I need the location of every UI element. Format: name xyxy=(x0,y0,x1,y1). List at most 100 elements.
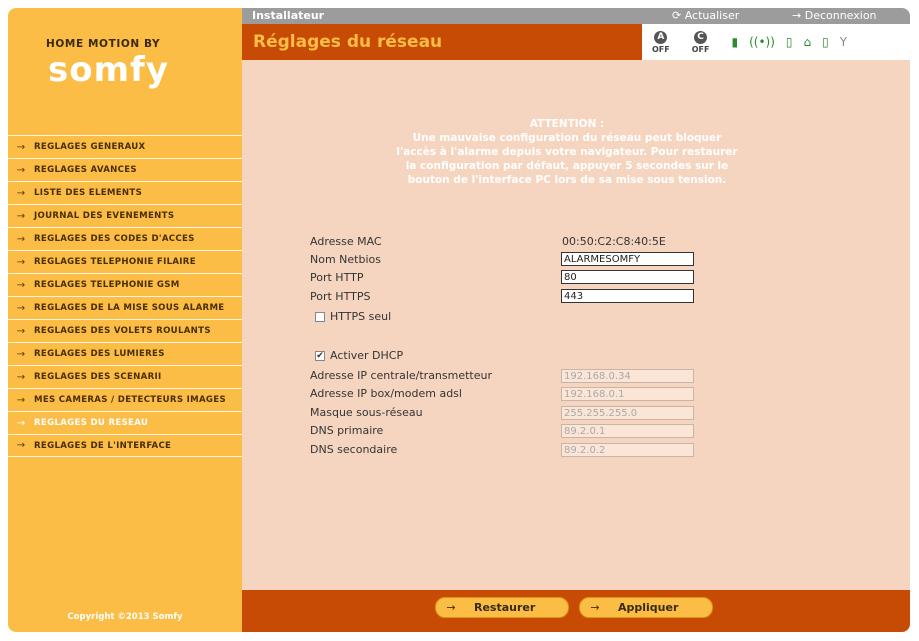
dhcp-checkbox[interactable]: ✔ xyxy=(315,350,325,361)
sidebar-item[interactable]: → REGLAGES DES LUMIERES xyxy=(8,342,242,365)
sidebar-item[interactable]: → REGLAGES DES CODES D'ACCES xyxy=(8,227,242,250)
ip-box-input xyxy=(561,387,694,401)
sidebar-item[interactable]: → REGLAGES GENERAUX xyxy=(8,135,242,158)
https-port-input[interactable] xyxy=(561,289,694,303)
status-icons: A OFF C OFF ▮ ((•)) ▯ ⌂ ▯ Y xyxy=(652,26,858,58)
https-only-row[interactable]: HTTPS seul xyxy=(315,310,391,323)
zone-c-letter: C xyxy=(694,30,708,44)
home-ok-icon: ⌂ xyxy=(803,35,812,49)
sidebar-item-label: REGLAGES GENERAUX xyxy=(34,142,146,152)
content-area: ATTENTION : Une mauvaise configuration d… xyxy=(242,60,910,590)
arrow-right-icon: → xyxy=(16,417,26,429)
https-only-checkbox[interactable] xyxy=(315,311,325,322)
sidebar-item[interactable]: → REGLAGES TELEPHONIE GSM xyxy=(8,273,242,296)
http-port-input[interactable] xyxy=(561,270,694,284)
logout-button[interactable]: → Deconnexion xyxy=(792,9,877,22)
sidebar-item[interactable]: → LISTE DES ELEMENTS xyxy=(8,181,242,204)
sidebar-item[interactable]: → JOURNAL DES EVENEMENTS xyxy=(8,204,242,227)
warning-heading: ATTENTION : xyxy=(529,118,605,130)
sidebar-item[interactable]: → REGLAGES AVANCES xyxy=(8,158,242,181)
https-only-label: HTTPS seul xyxy=(330,310,392,323)
logout-label: Deconnexion xyxy=(804,9,877,22)
door-sensor-icon: ▯ xyxy=(785,35,793,49)
arrow-right-icon: → xyxy=(446,601,456,614)
title-background: Réglages du réseau xyxy=(242,24,642,60)
sidebar-item[interactable]: → REGLAGES DE LA MISE SOUS ALARME xyxy=(8,296,242,319)
opening-icon: ▯ xyxy=(822,35,829,49)
network-warning: ATTENTION : Une mauvaise configuration d… xyxy=(392,117,742,187)
subnet-mask-input xyxy=(561,406,694,420)
sidebar-item-label: REGLAGES TELEPHONIE GSM xyxy=(34,280,180,290)
sidebar-item[interactable]: → MES CAMERAS / DETECTEURS IMAGES xyxy=(8,388,242,411)
ip-box-label: Adresse IP box/modem adsl xyxy=(310,387,462,400)
action-bar: → Restaurer → Appliquer xyxy=(242,590,910,632)
sidebar-item-label: REGLAGES DE LA MISE SOUS ALARME xyxy=(34,303,225,313)
refresh-label: Actualiser xyxy=(684,9,740,22)
arrow-right-icon: → xyxy=(16,440,26,451)
battery-icon: ▮ xyxy=(731,35,739,49)
netbios-label: Nom Netbios xyxy=(310,253,381,266)
arrow-right-icon: → xyxy=(16,141,26,153)
ip-central-input xyxy=(561,369,694,383)
zone-a-letter: A xyxy=(654,30,668,44)
arrow-right-icon: → xyxy=(16,348,26,360)
arrow-right-icon: → xyxy=(16,371,26,383)
restore-button[interactable]: → Restaurer xyxy=(435,597,569,618)
mac-value: 00:50:C2:C8:40:5E xyxy=(562,235,666,248)
sidebar-item-label: REGLAGES DES VOLETS ROULANTS xyxy=(34,326,211,336)
dhcp-row[interactable]: ✔ Activer DHCP xyxy=(315,349,403,362)
arrow-right-icon: → xyxy=(16,164,26,176)
arrow-right-icon: → xyxy=(16,279,26,291)
sidebar-item-label: MES CAMERAS / DETECTEURS IMAGES xyxy=(34,395,226,405)
top-bar: Installateur ⟳ Actualiser → Deconnexion xyxy=(242,8,910,24)
sidebar-item[interactable]: → REGLAGES DES VOLETS ROULANTS xyxy=(8,319,242,342)
sidebar-item-label: LISTE DES ELEMENTS xyxy=(34,188,143,198)
mac-label: Adresse MAC xyxy=(310,235,382,248)
sidebar-item-label: REGLAGES DES CODES D'ACCES xyxy=(34,234,195,244)
sidebar-item[interactable]: → REGLAGES DES SCENARII xyxy=(8,365,242,388)
copyright-text: Copyright ©2013 Somfy xyxy=(67,612,183,622)
sidebar-item-label: REGLAGES DES SCENARII xyxy=(34,372,162,382)
arrow-right-icon: → xyxy=(16,210,26,222)
radio-signal-icon: ((•)) xyxy=(749,35,775,49)
somfy-logo: somfy xyxy=(48,50,169,90)
arrow-right-icon: → xyxy=(792,9,802,22)
dhcp-label: Activer DHCP xyxy=(330,349,404,362)
apply-button[interactable]: → Appliquer xyxy=(579,597,713,618)
warning-text: Une mauvaise configuration du réseau peu… xyxy=(396,132,738,186)
page-title: Réglages du réseau xyxy=(253,32,443,52)
restore-label: Restaurer xyxy=(474,601,536,614)
arrow-right-icon: → xyxy=(16,187,26,199)
zone-c-state: OFF xyxy=(691,44,710,54)
netbios-input[interactable] xyxy=(561,252,694,266)
arrow-right-icon: → xyxy=(16,233,26,245)
arrow-right-icon: → xyxy=(16,394,26,406)
sidebar-item-label: REGLAGES DES LUMIERES xyxy=(34,349,165,359)
title-bar: Réglages du réseau A OFF C OFF ▮ ((•)) ▯… xyxy=(242,24,910,60)
sidebar-item-label: REGLAGES DU RESEAU xyxy=(34,418,149,428)
brand-line: HOME MOTION BY xyxy=(46,38,161,50)
arrow-right-icon: → xyxy=(590,601,600,614)
user-role: Installateur xyxy=(252,9,325,22)
arrow-right-icon: → xyxy=(16,256,26,268)
zone-a-status: A OFF xyxy=(652,30,670,54)
sidebar-item[interactable]: → REGLAGES DE L'INTERFACE xyxy=(8,434,242,457)
apply-label: Appliquer xyxy=(618,601,679,614)
zone-c-status: C OFF xyxy=(691,30,710,54)
dns-primary-label: DNS primaire xyxy=(310,424,384,437)
https-port-label: Port HTTPS xyxy=(310,290,371,303)
subnet-mask-label: Masque sous-réseau xyxy=(310,406,423,419)
gsm-antenna-icon: Y xyxy=(839,35,848,49)
ip-central-label: Adresse IP centrale/transmetteur xyxy=(310,369,493,382)
sidebar-item-label: REGLAGES DE L'INTERFACE xyxy=(34,440,172,451)
sidebar-item-label: JOURNAL DES EVENEMENTS xyxy=(34,211,175,221)
sidebar: HOME MOTION BY somfy → REGLAGES GENERAUX →… xyxy=(8,8,242,632)
sidebar-item[interactable]: → REGLAGES TELEPHONIE FILAIRE xyxy=(8,250,242,273)
dns-primary-input xyxy=(561,424,694,438)
sidebar-item[interactable]: → REGLAGES DU RESEAU xyxy=(8,411,242,434)
arrow-right-icon: → xyxy=(16,325,26,337)
dns-secondary-label: DNS secondaire xyxy=(310,443,398,456)
sidebar-item-label: REGLAGES TELEPHONIE FILAIRE xyxy=(34,257,196,267)
sidebar-nav: → REGLAGES GENERAUX → REGLAGES AVANCES → LIST… xyxy=(8,135,242,457)
refresh-button[interactable]: ⟳ Actualiser xyxy=(672,9,739,22)
